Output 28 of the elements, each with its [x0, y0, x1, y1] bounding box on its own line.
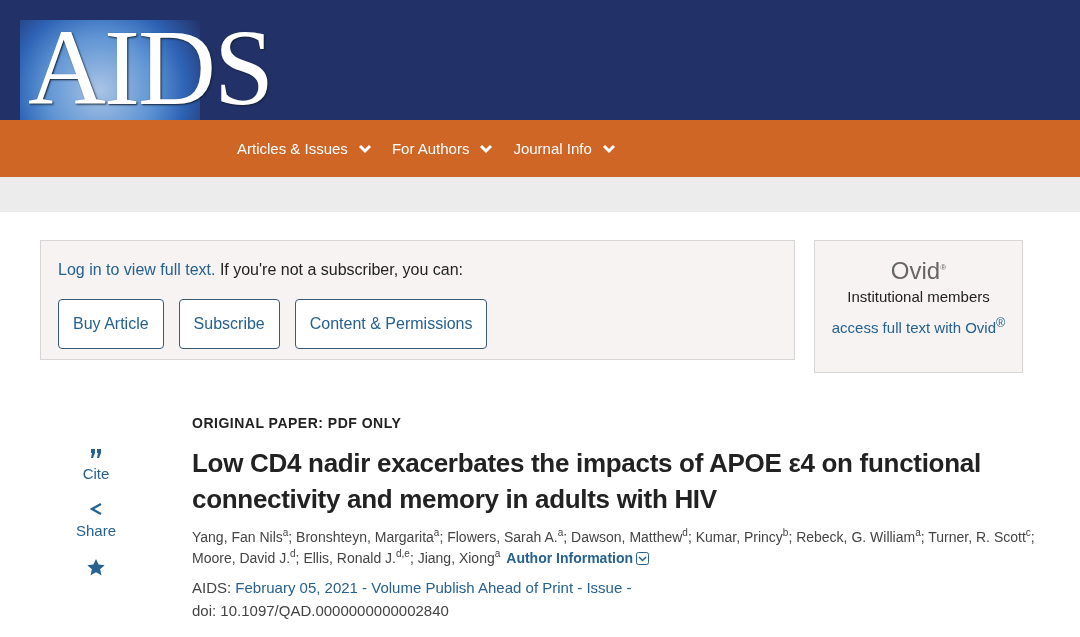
article-category: ORIGINAL PAPER: PDF ONLY — [192, 415, 403, 431]
ovid-link[interactable]: access full text with Ovid$^{®}$ — [823, 310, 1014, 341]
nav-menu[interactable]: Journal Info — [513, 140, 616, 157]
author-list: Yang, Fan Nils$^{a}$; Bronshteyn, Margarita$^{a}$; Flowers, Sarah A.$^{a}$; Dawson, Matthew$^{d}$; Kumar, Princy$^{b}$; Rebeck, G. William$^{a}$; Turner, R. Scott$^{c}$; Moore, David J.$^{d}$; Ellis, Ronald J.$^{d,e}$; Jiang, Xiong$^{a}$ Author Information — [192, 527, 1050, 569]
login-link[interactable]: Log in to view full text. — [58, 261, 216, 278]
ovid-text: Institutional members — [846, 287, 991, 307]
star-icon — [87, 559, 105, 576]
expand-icon — [636, 552, 650, 565]
chevron-down-icon — [601, 143, 616, 154]
access-button[interactable]: Buy Article — [58, 299, 164, 349]
doi-text: doi: 10.1097/QAD.0000000000002840 — [192, 602, 450, 619]
access-message: Log in to view full text. If you're not a subscriber, you can: — [58, 261, 465, 279]
quote-icon — [90, 449, 102, 459]
share-icon — [90, 502, 102, 516]
article-title: Low CD4 nadir exacerbates the impacts of APOE ε4 on functional connectivity and memory in adults with HIV — [192, 447, 982, 516]
nav-menu[interactable]: For Authors — [391, 140, 494, 157]
author-info-link[interactable]: Author Information — [506, 548, 650, 569]
chevron-down-icon — [357, 143, 372, 154]
access-button[interactable]: Subscribe — [178, 299, 280, 349]
nav-menu[interactable]: Articles & Issues — [237, 140, 372, 157]
chevron-down-icon — [479, 143, 494, 154]
access-button[interactable]: Content & Permissions — [294, 299, 488, 349]
journal-line: AIDS: February 05, 2021 - Volume Publish Ahead of Print - Issue - — [192, 579, 633, 596]
star-action[interactable] — [87, 559, 105, 576]
quote-action[interactable]: Cite — [82, 449, 110, 482]
share-action[interactable]: Share — [76, 502, 116, 539]
issue-link[interactable]: February 05, 2021 - Volume Publish Ahead of Print - Issue - — [235, 579, 632, 596]
ovid-logo: Ovid$^{®}$ — [890, 256, 947, 284]
